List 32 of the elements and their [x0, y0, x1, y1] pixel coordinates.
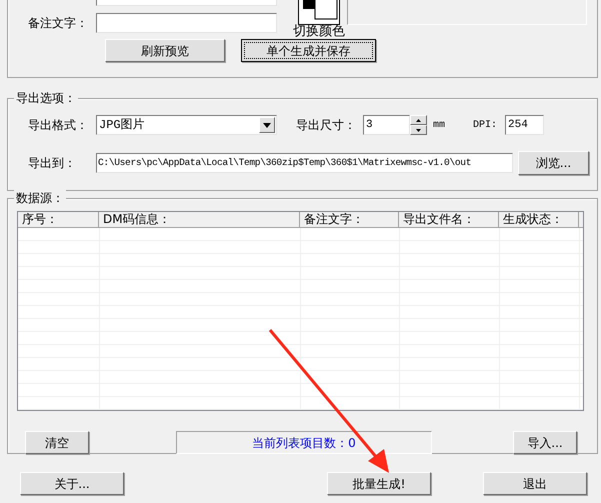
group-title: 导出选项： — [14, 90, 78, 106]
footer-button[interactable]: 退出 — [483, 472, 587, 495]
list-view[interactable]: 序号： DM码信息： 备注文字： 导出文件名： 生成状态： — [17, 211, 584, 411]
note-field[interactable] — [96, 13, 277, 33]
field-label: 导出尺寸： — [296, 117, 357, 134]
spin-button[interactable] — [410, 115, 427, 135]
dpi-field[interactable]: 254 — [505, 115, 544, 135]
color-switch-label[interactable]: 切换颜色 — [293, 25, 345, 39]
group-title: 数据源： — [14, 190, 66, 206]
down-arrow-icon[interactable] — [416, 128, 421, 132]
up-arrow-icon[interactable] — [416, 118, 421, 122]
clear-button[interactable]: 清空 — [25, 431, 89, 454]
field-label: DPI: — [473, 118, 498, 132]
import-button[interactable]: 导入... — [513, 431, 577, 454]
column-header[interactable]: 导出文件名： — [399, 212, 499, 227]
column-header[interactable]: 序号： — [18, 212, 99, 227]
status-panel: 当前列表项目数：0 — [176, 431, 432, 454]
size-field[interactable]: 3 — [363, 115, 410, 135]
field-label: 导出格式： — [27, 117, 89, 134]
field-label: 备注文字： — [27, 15, 89, 32]
path-field[interactable]: C:\Users\pc\AppData\Local\Temp\360zip$Temp\360$1\Matrixewmsc-v1.0\out — [96, 153, 513, 173]
field-label: 导出到： — [27, 155, 77, 172]
format-dropdown[interactable]: JPG图片 — [96, 115, 277, 135]
column-header[interactable]: 备注文字： — [300, 212, 399, 227]
column-header[interactable]: DM码信息： — [99, 212, 300, 227]
action-button[interactable]: 单个生成并保存 — [241, 39, 376, 62]
unit-label: mm — [433, 118, 446, 132]
footer-button[interactable]: 关于... — [20, 472, 124, 495]
column-header[interactable]: 生成状态： — [499, 212, 579, 227]
browse-button[interactable]: 浏览... — [518, 151, 589, 175]
footer-button[interactable]: 批量生成! — [327, 472, 431, 495]
action-button[interactable]: 刷新预览 — [105, 39, 225, 62]
